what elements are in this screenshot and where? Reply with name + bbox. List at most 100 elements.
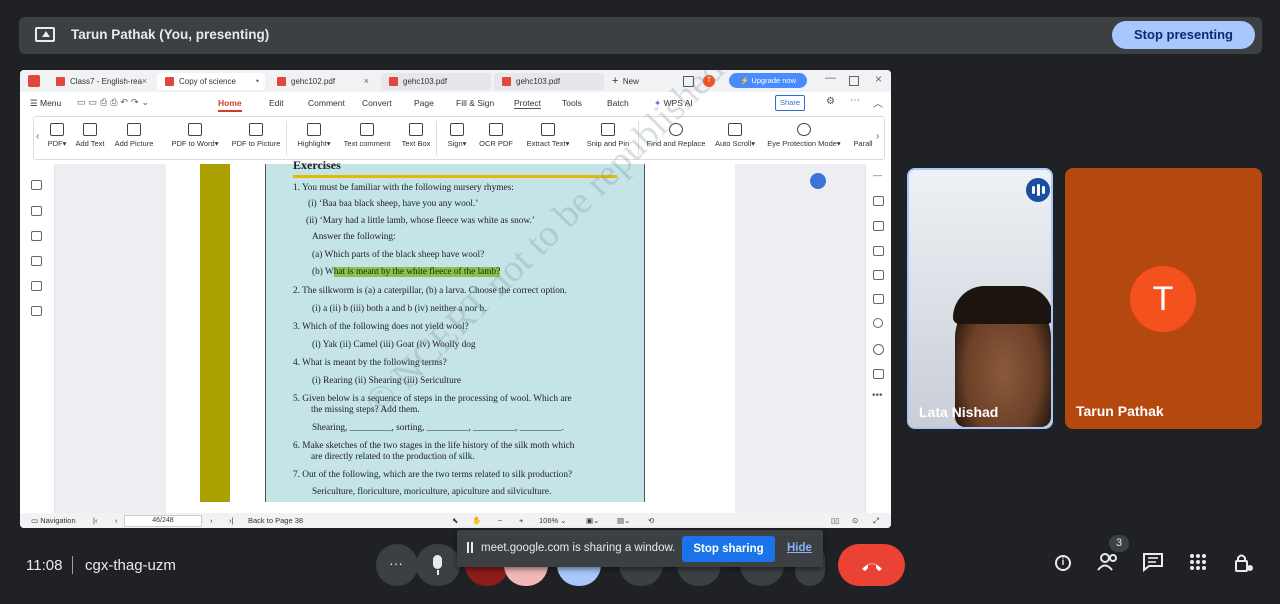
ribbon-pdf[interactable]: PDF▾ [46,123,68,155]
ribbon-sign[interactable]: Sign▾ [444,123,470,155]
more-options-icon[interactable]: ••• [872,390,883,401]
participant-tile-lata[interactable]: Lata Nishad [907,168,1053,429]
ribbon-scroll-left-icon[interactable]: ‹ [36,131,39,142]
comment-icon [360,123,374,136]
tab-fill-sign[interactable]: Fill & Sign [456,98,494,108]
last-page-icon[interactable]: ›| [229,516,233,525]
microphone-button[interactable] [416,544,460,586]
ribbon-parallel[interactable]: Parall [852,123,874,155]
navigation-button[interactable]: ▭ Navigation [31,516,76,525]
presenting-title: Tarun Pathak (You, presenting) [71,27,270,42]
tab-tools[interactable]: Tools [562,98,582,108]
first-page-icon[interactable]: |‹ [93,516,97,525]
person-hair [953,286,1051,324]
more-icon[interactable]: ⋯ [850,95,860,106]
page-number-input[interactable]: 46/248 [124,515,202,527]
quick-toolbar[interactable]: ▭▭⎙⎙↶↷⌄ [77,97,152,108]
select-tool-icon[interactable]: ⬉ [452,516,458,525]
bookmark-icon[interactable] [31,180,42,190]
ribbon-auto-scroll[interactable]: Auto Scroll▾ [712,123,758,155]
compare-icon[interactable] [873,270,884,280]
pdf-page[interactable]: Exercises 1. You must be familiar with t… [166,70,735,514]
host-controls-button[interactable] [1233,552,1257,576]
back-to-page-link[interactable]: Back to Page 38 [248,516,303,525]
info-button[interactable]: i [1052,552,1076,576]
tab-comment[interactable]: Comment [308,98,345,108]
ribbon-ocr-pdf[interactable]: OCR PDF [478,123,514,155]
comment-panel-icon[interactable] [31,231,42,241]
chat-button[interactable] [1142,552,1166,576]
page-margin-bar [200,164,230,502]
play-icon[interactable]: ⊙ [852,516,858,525]
ribbon-extract-text[interactable]: Extract Text▾ [520,123,576,155]
tab-page[interactable]: Page [414,98,434,108]
wps-logo-icon[interactable] [28,75,40,87]
document-icon[interactable] [873,221,884,231]
layout-icon[interactable]: ▤⌄ [617,516,630,525]
sign-icon[interactable] [873,246,884,256]
tab-edit[interactable]: Edit [269,98,284,108]
people-button[interactable] [1097,552,1121,576]
tab-gehc102[interactable]: gehc102.pdf × [269,73,375,90]
menu-button[interactable]: ☰ Menu [30,98,61,109]
zoom-out-icon[interactable]: − [498,516,502,525]
zoom-search-icon[interactable] [873,318,883,328]
settings-icon[interactable]: ⚙ [826,96,835,107]
minus-icon[interactable]: — [873,170,882,180]
hide-link[interactable]: Hide [787,542,812,554]
tab-copy-of-science[interactable]: Copy of science • [157,73,265,90]
thumbnail-icon[interactable] [31,206,42,216]
ribbon-eye-protection[interactable]: Eye Protection Mode▾ [764,123,844,155]
signature-icon[interactable] [31,281,42,291]
ribbon-highlight[interactable]: Highlight▾ [294,123,334,155]
restore-icon[interactable] [849,76,859,86]
ribbon-text-box[interactable]: Text Box [400,123,432,155]
tab-batch[interactable]: Batch [607,98,629,108]
stop-presenting-button[interactable]: Stop presenting [1112,21,1255,49]
end-call-button[interactable] [838,544,905,586]
tab-class7[interactable]: Class7 - English-rea × [48,73,153,90]
rotate-icon[interactable]: ⟲ [648,516,654,525]
ribbon-text-comment[interactable]: Text comment [342,123,392,155]
heading-underline [293,175,617,178]
fullscreen-icon[interactable]: ⤢ [873,516,879,526]
doc-line: (a) Which parts of the black sheep have … [312,250,485,260]
ribbon-pdf-to-word[interactable]: PDF to Word▾ [168,123,222,155]
new-tab-button[interactable]: + New [612,75,639,87]
ribbon-add-text[interactable]: Add Text [74,123,106,155]
apps-grid-icon [1190,554,1206,570]
zoom-in-icon[interactable]: + [519,516,523,525]
edit-icon[interactable] [873,196,884,206]
read-mode-icon[interactable]: ▯▯ [831,516,839,525]
attachment-icon[interactable] [31,256,42,266]
next-page-icon[interactable]: › [210,516,213,525]
tab-gehc103-b[interactable]: gehc103.pdf [494,73,604,90]
doc-line: 1. You must be familiar with the followi… [293,183,514,193]
fit-icon[interactable]: ▣⌄ [586,516,599,525]
upgrade-button[interactable]: ⚡ Upgrade now [729,73,807,88]
tab-gehc103-a[interactable]: gehc103.pdf [381,73,491,90]
tab-home[interactable]: Home [218,98,242,112]
doc-line-highlighted[interactable]: (b) What is meant by the white fleece of… [312,267,501,277]
close-window-icon[interactable]: × [875,72,882,86]
prev-page-icon[interactable]: ‹ [115,516,118,525]
zoom-level[interactable]: 106% ⌄ [539,516,567,525]
ribbon-add-picture[interactable]: Add Picture [112,123,156,155]
hand-tool-icon[interactable]: ✋ [472,516,481,525]
translate-icon[interactable] [810,173,826,189]
layers-icon[interactable] [31,306,42,316]
share-button[interactable]: Share [775,95,805,111]
activities-button[interactable] [1188,552,1212,576]
help-icon[interactable] [873,344,884,355]
collapse-ribbon-icon[interactable]: ︿ [873,95,883,110]
tab-protect[interactable]: Protect [514,98,541,109]
book-icon[interactable] [873,369,884,379]
minimize-icon[interactable]: — [825,72,836,84]
participant-tile-tarun[interactable]: T Tarun Pathak [1065,168,1262,429]
print-icon[interactable] [873,294,884,304]
stop-sharing-button[interactable]: Stop sharing [682,536,775,562]
tab-convert[interactable]: Convert [362,98,392,108]
ribbon-pdf-to-picture[interactable]: PDF to Picture [230,123,282,155]
ribbon-scroll-right-icon[interactable]: › [876,131,879,142]
more-actions-button[interactable]: ··· [376,544,418,586]
